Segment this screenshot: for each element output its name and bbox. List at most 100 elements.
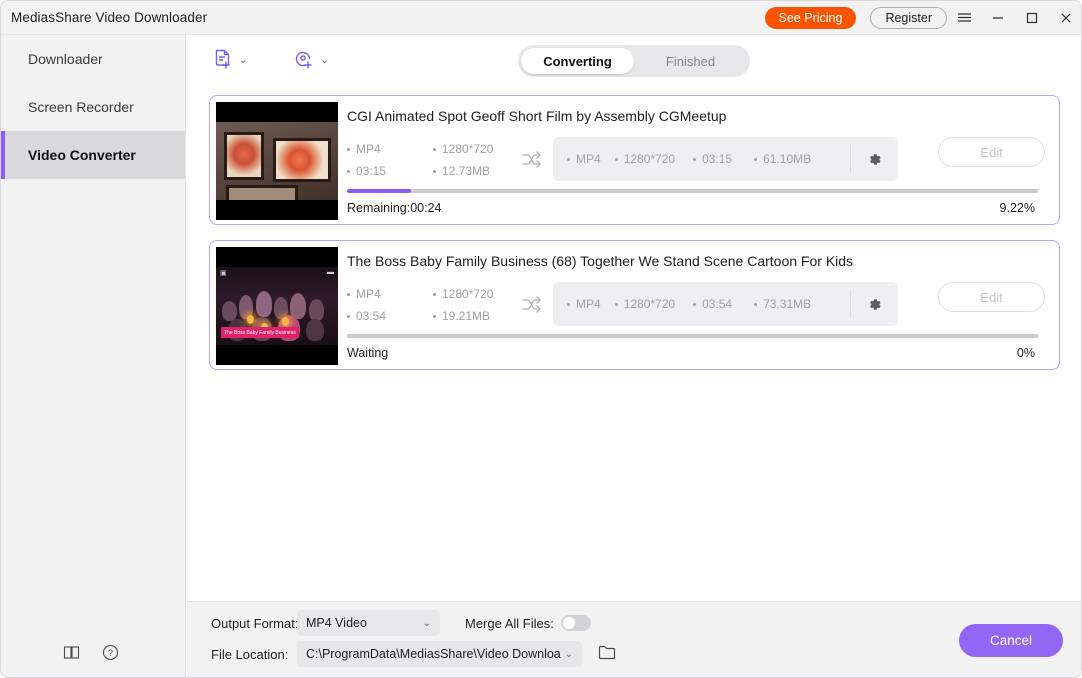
sidebar-item-label: Video Converter [28,147,136,163]
folder-icon[interactable] [598,644,616,665]
add-disc-button[interactable]: ⌄ [290,45,331,78]
merge-all-files-label: Merge All Files: [465,616,554,631]
source-duration: 03:54 [347,305,433,327]
output-size-value: 73.31MB [763,297,812,311]
tab-converting[interactable]: Converting [521,48,634,74]
output-size: 73.31MB [732,297,811,311]
source-size-value: 12.73MB [442,164,491,178]
output-format: MP4 [553,297,601,311]
edit-button[interactable]: Edit [938,137,1045,167]
see-pricing-button[interactable]: See Pricing [764,6,857,29]
source-resolution-value: 1280*720 [442,287,494,301]
output-duration-value: 03:54 [702,297,733,311]
source-resolution-value: 1280*720 [442,142,494,156]
chevron-down-icon: ⌄ [564,648,573,660]
progress-bar [347,334,1038,338]
source-info: MP4 1280*720 03:15 12.73MB [347,138,519,182]
app-title: MediasShare Video Downloader [11,10,208,25]
source-duration-value: 03:15 [356,164,387,178]
output-format: MP4 [553,152,601,166]
output-resolution-value: 1280*720 [623,297,676,311]
output-duration: 03:54 [675,297,732,311]
status-text: Remaining:00:24 [347,201,442,215]
output-size-value: 61.10MB [763,152,812,166]
source-format: MP4 [347,283,433,305]
convert-arrows-icon[interactable] [520,294,544,321]
add-disc-icon [293,48,315,75]
sidebar-item-screen-recorder[interactable]: Screen Recorder [1,83,185,131]
register-button[interactable]: Register [870,6,947,29]
source-size-value: 19.21MB [442,309,491,323]
output-format-value: MP4 [576,152,601,166]
gear-icon[interactable] [850,290,898,318]
chevron-down-icon: ⌄ [422,617,431,629]
task-title: The Boss Baby Family Business (68) Toget… [347,253,854,269]
chevron-down-icon: ⌄ [320,55,329,66]
svg-text:?: ? [108,648,113,658]
sidebar-footer: ? [1,644,186,661]
output-resolution: 1280*720 [601,297,675,311]
output-duration: 03:15 [675,152,732,166]
progress-percent: 0% [1016,346,1035,360]
source-resolution: 1280*720 [433,283,519,305]
video-thumbnail: The Boss Baby Family Business ▣ ▬ [216,247,338,365]
gear-icon[interactable] [850,145,898,173]
sidebar-item-label: Downloader [28,51,103,67]
output-format-select[interactable]: MP4 Video ⌄ [297,610,440,636]
source-format-value: MP4 [356,142,381,156]
sidebar-item-video-converter[interactable]: Video Converter [1,131,185,179]
output-resolution-value: 1280*720 [623,152,676,166]
source-format-value: MP4 [356,287,381,301]
minimize-icon[interactable] [981,1,1015,35]
progress-fill [347,189,411,193]
output-format-label: Output Format: [211,616,299,631]
status-text: Waiting [347,346,389,360]
main-content: ⌄ ⌄ Converting Finished CGI Animated Spo… [187,35,1081,677]
title-bar-controls: See Pricing Register [764,1,1081,35]
output-info[interactable]: MP4 1280*720 03:54 73.31MB [553,282,898,326]
output-size: 61.10MB [732,152,811,166]
task-title: CGI Animated Spot Geoff Short Film by As… [347,108,727,124]
source-size: 12.73MB [433,160,519,182]
title-bar: MediasShare Video Downloader See Pricing… [1,1,1081,35]
video-thumbnail [216,102,338,220]
source-size: 19.21MB [433,305,519,327]
output-duration-value: 03:15 [702,152,733,166]
progress-bar [347,189,1038,193]
output-info[interactable]: MP4 1280*720 03:15 61.10MB [553,137,898,181]
task-row[interactable]: CGI Animated Spot Geoff Short Film by As… [209,95,1060,225]
add-file-button[interactable]: ⌄ [209,45,250,78]
progress-percent: 9.22% [999,201,1035,215]
convert-arrows-icon[interactable] [520,149,544,176]
source-duration: 03:15 [347,160,433,182]
manual-book-icon[interactable] [63,645,80,660]
thumbnail-banner-label: The Boss Baby Family Business [221,327,299,338]
cancel-button[interactable]: Cancel [959,624,1063,657]
close-icon[interactable] [1049,1,1081,35]
output-format-value: MP4 [576,297,601,311]
tab-finished[interactable]: Finished [634,48,747,74]
hamburger-menu-icon[interactable] [947,1,981,35]
task-row[interactable]: The Boss Baby Family Business ▣ ▬ The Bo… [209,240,1060,370]
output-resolution: 1280*720 [601,152,675,166]
add-file-icon [212,48,234,75]
edit-button[interactable]: Edit [938,282,1045,312]
sidebar-item-downloader[interactable]: Downloader [1,35,185,83]
sidebar-item-label: Screen Recorder [28,99,134,115]
task-list: CGI Animated Spot Geoff Short Film by As… [209,95,1060,575]
chevron-down-icon: ⌄ [239,55,248,66]
toolbar: ⌄ ⌄ Converting Finished [187,35,1081,87]
help-circle-icon[interactable]: ? [102,644,119,661]
application-window: MediasShare Video Downloader See Pricing… [0,0,1082,678]
file-location-select[interactable]: C:\ProgramData\MediasShare\Video Downloa… [297,641,582,667]
source-info: MP4 1280*720 03:54 19.21MB [347,283,519,327]
source-duration-value: 03:54 [356,309,387,323]
file-location-label: File Location: [211,647,289,662]
sidebar: Downloader Screen Recorder Video Convert… [1,35,186,677]
source-resolution: 1280*720 [433,138,519,160]
merge-all-files-toggle[interactable] [561,615,591,631]
bottom-bar: Output Format: MP4 Video ⌄ Merge All Fil… [187,601,1081,677]
source-format: MP4 [347,138,433,160]
maximize-icon[interactable] [1015,1,1049,35]
file-location-value: C:\ProgramData\MediasShare\Video Downloa [306,647,561,661]
